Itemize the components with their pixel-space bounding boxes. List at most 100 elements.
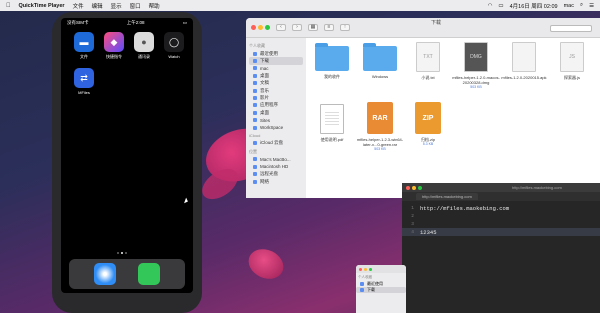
carrier-label: 没有SIM卡 bbox=[67, 20, 89, 25]
home-icon bbox=[253, 66, 257, 71]
back-button[interactable]: ‹ bbox=[276, 24, 286, 31]
wifi-icon[interactable]: ◠ bbox=[488, 3, 493, 9]
window-controls bbox=[406, 185, 422, 190]
sidebar-item-desktop[interactable]: 桌面 bbox=[249, 72, 303, 79]
desktop-icon bbox=[253, 73, 257, 78]
menu-view[interactable]: 显示 bbox=[111, 2, 122, 10]
app-contacts[interactable]: ● 通讯录 bbox=[129, 32, 159, 60]
forward-button[interactable]: › bbox=[292, 24, 302, 31]
file-name: mfiles-1.2.0-2020015.apk bbox=[501, 75, 547, 80]
file-name: 使用说明.pdf bbox=[320, 137, 344, 142]
file-size: 503 KB bbox=[374, 147, 386, 151]
film-icon bbox=[253, 96, 257, 101]
page-indicator[interactable] bbox=[117, 252, 127, 254]
sidebar-item-workspace[interactable]: WorkSpace bbox=[249, 124, 303, 131]
file-item[interactable]: 我的收件 bbox=[308, 43, 356, 79]
sidebar-item-label: Mac's MacBo... bbox=[260, 156, 291, 162]
pdf-icon bbox=[320, 104, 344, 134]
control-center-icon[interactable]: ☰ bbox=[589, 3, 594, 9]
menu-edit[interactable]: 编辑 bbox=[92, 2, 103, 10]
file-item[interactable]: TXT 小说.txt bbox=[404, 42, 452, 80]
sidebar-item-label: 影片 bbox=[260, 95, 269, 101]
sidebar-item-network[interactable]: 网络 bbox=[249, 178, 303, 185]
sidebar-item-sites[interactable]: Sites bbox=[249, 117, 303, 124]
tab-bar: http://mfiles.maokebing.com bbox=[402, 192, 600, 201]
wallpaper-petal bbox=[243, 243, 289, 285]
sidebar-item-label: iCloud 云盘 bbox=[260, 139, 284, 145]
file-item[interactable]: DMG mfiles-helper-1.2.0-macos-20200328.d… bbox=[452, 42, 500, 89]
zoom-icon[interactable] bbox=[265, 25, 270, 30]
close-icon[interactable] bbox=[406, 185, 410, 190]
file-item[interactable]: 使用说明.pdf bbox=[308, 104, 356, 142]
sidebar-item-documents[interactable]: 文稿 bbox=[249, 80, 303, 87]
battery-icon[interactable]: ▭ bbox=[498, 3, 503, 9]
file-item[interactable]: mfiles-1.2.0-2020015.apk bbox=[500, 42, 548, 80]
file-item[interactable]: Windows bbox=[356, 43, 404, 79]
app-shortcuts[interactable]: ◆ 快捷指令 bbox=[99, 32, 129, 60]
zoom-icon[interactable] bbox=[418, 185, 422, 190]
sidebar-item-label: Sites bbox=[260, 117, 271, 123]
sidebar-item-label: 桌面 bbox=[260, 72, 269, 78]
file-item[interactable]: ZIP 归档.zip 5.3 KB bbox=[404, 102, 452, 146]
sidebar-item-downloads[interactable]: 下载 bbox=[356, 287, 406, 293]
file-item[interactable]: RAR mfiles-helper-1.2.3-win64-later-x...… bbox=[356, 102, 404, 151]
script-file-icon: JS bbox=[560, 42, 584, 72]
close-icon[interactable] bbox=[251, 25, 256, 30]
sidebar-item-macintosh-hd[interactable]: Macintosh HD bbox=[249, 163, 303, 170]
minimize-icon[interactable] bbox=[412, 185, 416, 190]
sidebar-item-desktop-2[interactable]: 桌面 bbox=[249, 109, 303, 116]
document-icon bbox=[253, 81, 257, 86]
sidebar-item-icloud-drive[interactable]: iCloud 云盘 bbox=[249, 139, 303, 146]
sidebar-item-applications[interactable]: 应用程序 bbox=[249, 102, 303, 109]
line-text: 12345 bbox=[420, 228, 437, 236]
sidebar-item-home[interactable]: mac bbox=[249, 65, 303, 72]
sidebar-item-recents[interactable]: 最近使用 bbox=[249, 50, 303, 57]
menu-help[interactable]: 帮助 bbox=[149, 2, 160, 10]
messages-icon[interactable] bbox=[138, 263, 160, 285]
sidebar-item-macbook[interactable]: Mac's MacBo... bbox=[249, 156, 303, 163]
sidebar-item-label: 远程光盘 bbox=[260, 171, 278, 177]
shortcuts-icon: ◆ bbox=[104, 32, 124, 52]
editor-line-current: 4 12345 bbox=[402, 228, 600, 236]
menu-file[interactable]: 文件 bbox=[73, 2, 84, 10]
sidebar-item-downloads[interactable]: 下载 bbox=[249, 57, 303, 65]
minimize-icon[interactable] bbox=[364, 267, 367, 271]
tab-active[interactable]: http://mfiles.maokebing.com bbox=[416, 193, 478, 200]
page-dot-active bbox=[121, 252, 123, 254]
view-list-button[interactable]: ≡ bbox=[324, 24, 334, 31]
app-files[interactable]: ▬ 文件 bbox=[69, 32, 99, 60]
menu-clock[interactable]: 4月16日 周四 02:09 bbox=[510, 2, 558, 10]
menu-user[interactable]: mac bbox=[564, 3, 574, 9]
file-item[interactable]: JS 探索器.js bbox=[548, 42, 596, 80]
view-icons-button[interactable]: ▦ bbox=[308, 24, 318, 31]
app-watch[interactable]: ◯ Watch bbox=[159, 32, 189, 60]
sidebar-item-label: 应用程序 bbox=[260, 102, 278, 108]
sidebar-item-label: 文稿 bbox=[260, 80, 269, 86]
menu-window[interactable]: 窗口 bbox=[130, 2, 141, 10]
iphone-screen[interactable]: 没有SIM卡 上午2:08 ▭ ▬ 文件 ◆ 快捷指令 ● 通讯录 ◯ Watc… bbox=[61, 18, 193, 293]
line-text: http://mfiles.maokebing.com bbox=[420, 204, 510, 212]
editor-body[interactable]: 1 http://mfiles.maokebing.com 2 3 4 1234… bbox=[402, 201, 600, 236]
apple-menu-icon[interactable]:  bbox=[6, 3, 11, 9]
archive-icon: RAR bbox=[367, 102, 393, 134]
sidebar-item-music[interactable]: 音乐 bbox=[249, 87, 303, 94]
sidebar-item-label: 下载 bbox=[367, 287, 375, 292]
sidebar-item-movies[interactable]: 影片 bbox=[249, 94, 303, 101]
sidebar-item-remote-disc[interactable]: 远程光盘 bbox=[249, 170, 303, 177]
safari-icon[interactable] bbox=[94, 263, 116, 285]
sidebar-item-label: mac bbox=[260, 65, 269, 71]
minimize-icon[interactable] bbox=[258, 25, 263, 30]
finder-window: ‹ › ▦ ≡ ↑ 下载 个人收藏 最近使用 下载 mac 桌面 文稿 音乐 影… bbox=[246, 18, 600, 198]
finder-sidebar: 个人收藏 最近使用 下载 mac 桌面 文稿 音乐 影片 应用程序 桌面 Sit… bbox=[246, 38, 306, 198]
search-icon[interactable]: ⌕ bbox=[580, 2, 583, 9]
line-number: 1 bbox=[411, 205, 414, 211]
search-input[interactable] bbox=[550, 25, 592, 32]
menu-app-name[interactable]: QuickTime Player bbox=[19, 3, 65, 9]
app-mfiles[interactable]: ⇄ MFiles bbox=[69, 68, 99, 95]
close-icon[interactable] bbox=[359, 267, 362, 271]
share-button[interactable]: ↑ bbox=[340, 24, 350, 31]
browser-titlebar: http://mfiles.maokebing.com bbox=[402, 183, 600, 192]
zoom-icon[interactable] bbox=[369, 267, 372, 271]
sidebar-item-label: 下载 bbox=[260, 58, 269, 64]
file-name: 我的收件 bbox=[324, 74, 340, 79]
